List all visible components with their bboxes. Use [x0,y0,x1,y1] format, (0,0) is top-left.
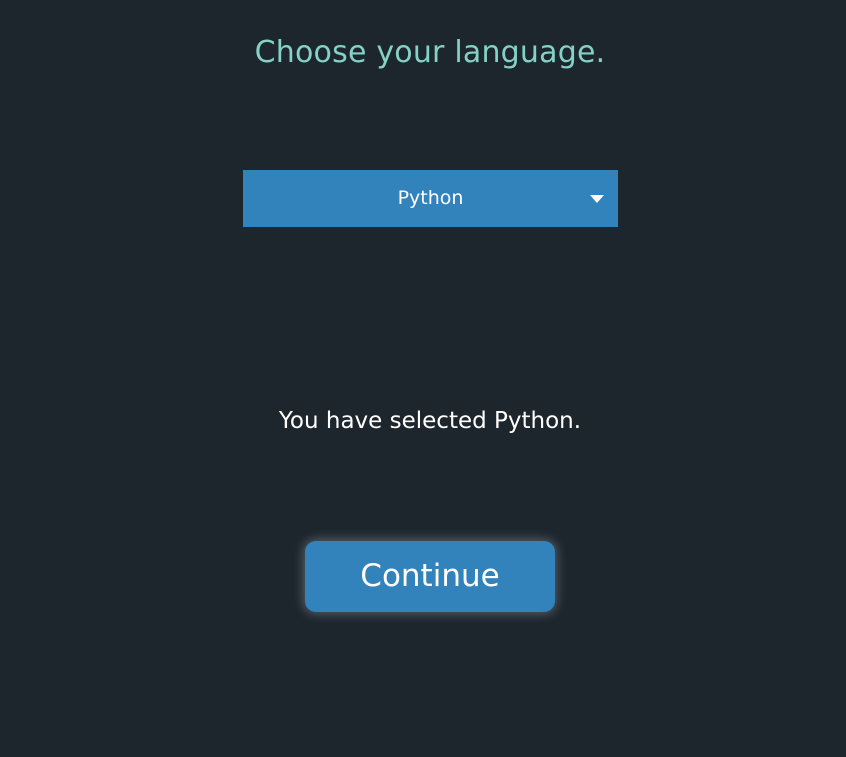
language-select-value: Python [397,187,464,209]
page-heading: Choose your language. [254,35,606,70]
language-select[interactable]: Python [243,170,618,227]
selection-message: You have selected Python. [278,408,582,434]
caret-down-icon [590,195,604,203]
continue-button[interactable]: Continue [305,541,555,612]
